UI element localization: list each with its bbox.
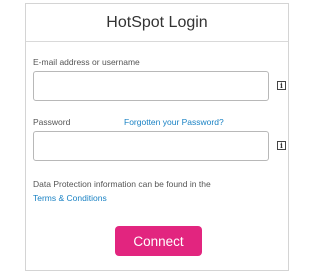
email-field[interactable] (33, 71, 269, 101)
email-info-icon[interactable]: i (277, 81, 286, 90)
password-field[interactable] (33, 131, 269, 161)
privacy-notice: Data Protection information can be found… (33, 179, 211, 189)
email-label: E-mail address or username (33, 57, 140, 67)
terms-conditions-link[interactable]: Terms & Conditions (33, 193, 107, 203)
password-info-icon[interactable]: i (277, 141, 286, 150)
page-title: HotSpot Login (26, 4, 288, 42)
hotspot-login-panel: HotSpot Login E-mail address or username… (25, 3, 289, 271)
forgot-password-link[interactable]: Forgotten your Password? (124, 117, 224, 127)
password-label: Password (33, 117, 71, 127)
connect-button[interactable]: Connect (115, 226, 202, 256)
